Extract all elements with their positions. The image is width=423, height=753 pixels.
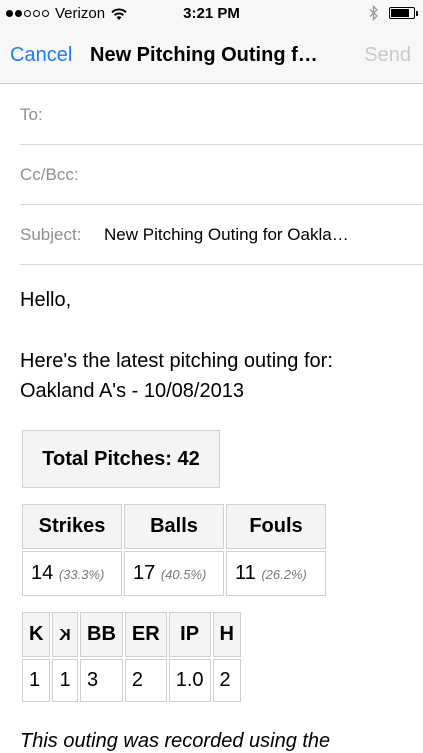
- split-header-strikes: Strikes: [22, 504, 122, 549]
- line-value-k: 1: [22, 659, 51, 702]
- split-header-balls: Balls: [124, 504, 224, 549]
- balls-count: 17: [133, 562, 156, 584]
- intro-line-2: Oakland A's - 10/08/2013: [20, 380, 244, 402]
- send-button[interactable]: Send: [364, 44, 411, 67]
- line-value-ip: 1.0: [168, 659, 211, 702]
- split-cell-fouls: 11 (26.2%): [226, 551, 326, 596]
- strikes-pct: (33.3%): [58, 567, 105, 582]
- bluetooth-icon: [369, 5, 378, 21]
- split-header-fouls: Fouls: [226, 504, 326, 549]
- line-value-er: 2: [124, 659, 167, 702]
- line-value-bb: 3: [80, 659, 123, 702]
- battery-fill: [391, 9, 409, 17]
- subject-label: Subject:: [20, 225, 82, 244]
- subject-field[interactable]: Subject: New Pitching Outing for Oakla…: [20, 205, 423, 265]
- line-header-ip: IP: [168, 612, 211, 657]
- fouls-count: 11: [235, 562, 256, 584]
- intro-text: Here's the latest pitching outing for: O…: [20, 346, 410, 406]
- pitch-split-table: Strikes Balls Fouls 14 (33.3%) 17 (40.5%…: [20, 502, 328, 598]
- line-header-k-looking: K: [52, 612, 79, 657]
- split-cell-strikes: 14 (33.3%): [22, 551, 122, 596]
- balls-pct: (40.5%): [160, 567, 207, 582]
- battery-icon: [389, 7, 418, 19]
- ccbcc-label: Cc/Bcc:: [20, 165, 79, 184]
- fouls-pct: (26.2%): [261, 567, 307, 582]
- pitching-line-table: K K BB ER IP H 1 1 3 2 1.0 2: [20, 610, 243, 704]
- intro-line-1: Here's the latest pitching outing for:: [20, 350, 333, 372]
- line-header-h: H: [212, 612, 241, 657]
- nav-bar: Cancel New Pitching Outing f… Send: [0, 28, 423, 84]
- line-header-bb: BB: [80, 612, 123, 657]
- to-label: To:: [20, 105, 43, 124]
- line-value-k-looking: 1: [52, 659, 79, 702]
- table-row: 1 1 3 2 1.0 2: [22, 659, 241, 702]
- table-row: K K BB ER IP H: [22, 612, 241, 657]
- ccbcc-field[interactable]: Cc/Bcc:: [20, 145, 423, 205]
- split-cell-balls: 17 (40.5%): [124, 551, 224, 596]
- greeting-text: Hello,: [20, 289, 72, 311]
- status-time: 3:21 PM: [183, 5, 240, 22]
- strikes-count: 14: [31, 562, 54, 584]
- line-header-er: ER: [124, 612, 167, 657]
- table-row: 14 (33.3%) 17 (40.5%) 11 (26.2%): [22, 551, 326, 596]
- battery-tip: [416, 11, 418, 16]
- backwards-k: K: [59, 627, 72, 644]
- table-row: Strikes Balls Fouls: [22, 504, 326, 549]
- to-field[interactable]: To:: [20, 85, 423, 145]
- subject-input[interactable]: New Pitching Outing for Oakla…: [104, 225, 404, 245]
- status-bar: Verizon 3:21 PM: [0, 0, 423, 28]
- nav-title: New Pitching Outing f…: [90, 44, 318, 66]
- cancel-button[interactable]: Cancel: [10, 44, 72, 67]
- status-right: [369, 5, 418, 21]
- line-header-k: K: [22, 612, 51, 657]
- total-pitches-box: Total Pitches: 42: [22, 430, 220, 488]
- line-value-h: 2: [212, 659, 241, 702]
